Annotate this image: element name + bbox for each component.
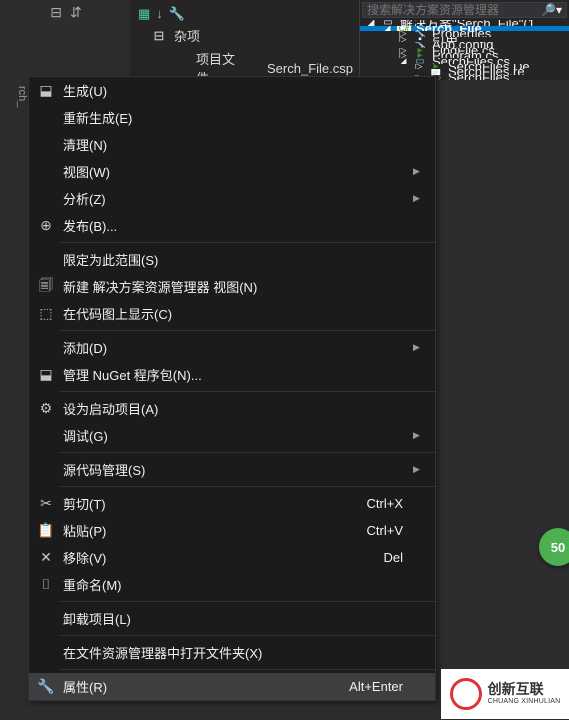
shortcut-label: Ctrl+V [367,523,413,538]
search-box[interactable]: 🔎▾ [362,2,567,18]
submenu-arrow-icon: ▶ [413,193,427,204]
ctx-nuget[interactable]: ⬓ 管理 NuGet 程序包(N)... [29,361,435,388]
collapsed-tab[interactable]: rch_ [0,80,28,668]
submenu-arrow-icon: ▶ [413,166,427,177]
publish-icon: ⊕ [33,215,59,237]
wrench-icon[interactable]: 🔧 [169,6,185,22]
shortcut-label: Alt+Enter [349,679,413,694]
ctx-view[interactable]: 视图(W) ▶ [29,158,435,185]
shortcut-label: Ctrl+X [367,496,413,511]
submenu-arrow-icon: ▶ [413,342,427,353]
scroll-badge[interactable]: 50 [539,528,569,566]
toolbar-icon-1[interactable]: ▦ [138,6,150,22]
wrench-icon: 🔧 [33,676,59,698]
ctx-debug[interactable]: 调试(G) ▶ [29,422,435,449]
logo-text-cn: 创新互联 [488,681,561,698]
ctx-properties[interactable]: 🔧 属性(R) Alt+Enter [29,673,435,700]
ctx-build[interactable]: ⬓ 生成(U) [29,77,435,104]
separator [59,486,435,487]
project-context-menu: ⬓ 生成(U) 重新生成(E) 清理(N) 视图(W) ▶ 分析(Z) ▶ ⊕ … [28,76,436,701]
scissors-icon: ✂ [33,493,59,515]
separator [59,242,435,243]
ctx-rename[interactable]: ⌷ 重命名(M) [29,571,435,598]
project-file-value[interactable]: Serch_File.csp [267,61,353,76]
submenu-arrow-icon: ▶ [413,464,427,475]
rename-icon: ⌷ [33,574,59,596]
ctx-clean[interactable]: 清理(N) [29,131,435,158]
nuget-icon: ⬓ [33,364,59,386]
editor-gutter: ⊟⇵ [0,0,130,80]
ctx-add[interactable]: 添加(D) ▶ [29,334,435,361]
misc-label: 杂项 [174,26,200,45]
separator [59,330,435,331]
ctx-new-view[interactable]: 🗐 新建 解决方案资源管理器 视图(N) [29,273,435,300]
search-icon[interactable]: 🔎▾ [537,3,566,17]
remove-icon: ✕ [33,547,59,569]
separator [59,452,435,453]
separator [59,635,435,636]
ctx-analyze[interactable]: 分析(Z) ▶ [29,185,435,212]
ctx-scope[interactable]: 限定为此范围(S) [29,246,435,273]
ctx-unload[interactable]: 卸载项目(L) [29,605,435,632]
search-input[interactable] [363,3,537,17]
logo-icon [450,678,482,710]
watermark-logo: 创新互联 CHUANG XINHULIAN [441,669,569,719]
ctx-open-folder[interactable]: 在文件资源管理器中打开文件夹(X) [29,639,435,666]
toolbar-icon-2[interactable]: ↓ [156,6,163,22]
build-icon: ⬓ [33,80,59,102]
properties-pane: ▦ ↓ 🔧 ⊟ 杂项 项目文件 Serch_File.csp [130,0,359,80]
new-view-icon: 🗐 [33,276,59,298]
gear-icon: ⚙ [33,398,59,420]
ctx-remove[interactable]: ✕ 移除(V) Del [29,544,435,571]
submenu-arrow-icon: ▶ [413,430,427,441]
separator [59,601,435,602]
paste-icon: 📋 [33,520,59,542]
collapse-icon[interactable]: ⊟ [150,28,168,44]
ctx-cut[interactable]: ✂ 剪切(T) Ctrl+X [29,490,435,517]
separator [59,391,435,392]
separator [59,669,435,670]
shortcut-label: Del [383,550,413,565]
ctx-publish[interactable]: ⊕ 发布(B)... [29,212,435,239]
codemap-icon: ⬚ [33,303,59,325]
ctx-codemap[interactable]: ⬚ 在代码图上显示(C) [29,300,435,327]
ctx-startup[interactable]: ⚙ 设为启动项目(A) [29,395,435,422]
logo-text-en: CHUANG XINHULIAN [488,698,561,706]
ctx-source-control[interactable]: 源代码管理(S) ▶ [29,456,435,483]
ctx-paste[interactable]: 📋 粘贴(P) Ctrl+V [29,517,435,544]
node-label: SerchFiles [448,75,509,80]
solution-explorer: 🔎▾ ◢ ▭ 解决方案"Serch_File"(1 ◢ C# Serch_Fil… [359,0,569,80]
ctx-rebuild[interactable]: 重新生成(E) [29,104,435,131]
